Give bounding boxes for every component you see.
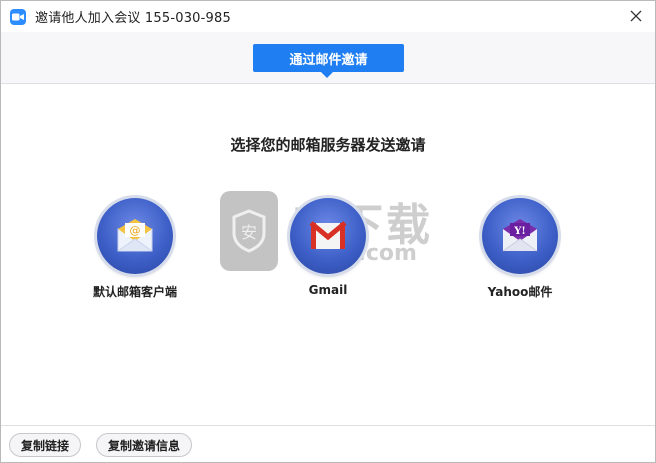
svg-text:Y!: Y! (513, 226, 526, 237)
zoom-camera-icon (10, 8, 26, 25)
copy-invite-info-button[interactable]: 复制邀请信息 (96, 433, 193, 457)
provider-label: Gmail (308, 283, 348, 297)
tab-email-invite[interactable]: 通过邮件邀请 (253, 44, 404, 72)
page-heading: 选择您的邮箱服务器发送邀请 (230, 136, 426, 154)
provider-default-mail[interactable]: @ 默认邮箱客户端 (65, 198, 205, 300)
svg-text:安: 安 (241, 223, 257, 242)
svg-text:@: @ (130, 224, 141, 237)
invite-window: 邀请他人加入会议 155-030-985 通过邮件邀请 选择您的邮箱服务器发送邀… (0, 0, 656, 463)
tab-caret-indicator (321, 72, 333, 78)
provider-label: Yahoo邮件 (487, 285, 553, 299)
window-title: 邀请他人加入会议 155-030-985 (35, 11, 231, 26)
gmail-icon (290, 198, 366, 274)
provider-yahoo-mail[interactable]: Y! Yahoo邮件 (450, 198, 590, 300)
provider-gmail[interactable]: Gmail (258, 198, 398, 297)
title-bar: 邀请他人加入会议 155-030-985 (1, 1, 655, 32)
invite-method-tabs: 通过邮件邀请 (1, 32, 655, 84)
provider-label: 默认邮箱客户端 (92, 285, 177, 299)
footer-bar: 复制链接 复制邀请信息 (1, 425, 655, 462)
default-mail-icon: @ (97, 198, 173, 274)
yahoo-mail-icon: Y! (482, 198, 558, 274)
close-icon[interactable] (627, 7, 645, 25)
copy-link-button[interactable]: 复制链接 (9, 433, 82, 457)
